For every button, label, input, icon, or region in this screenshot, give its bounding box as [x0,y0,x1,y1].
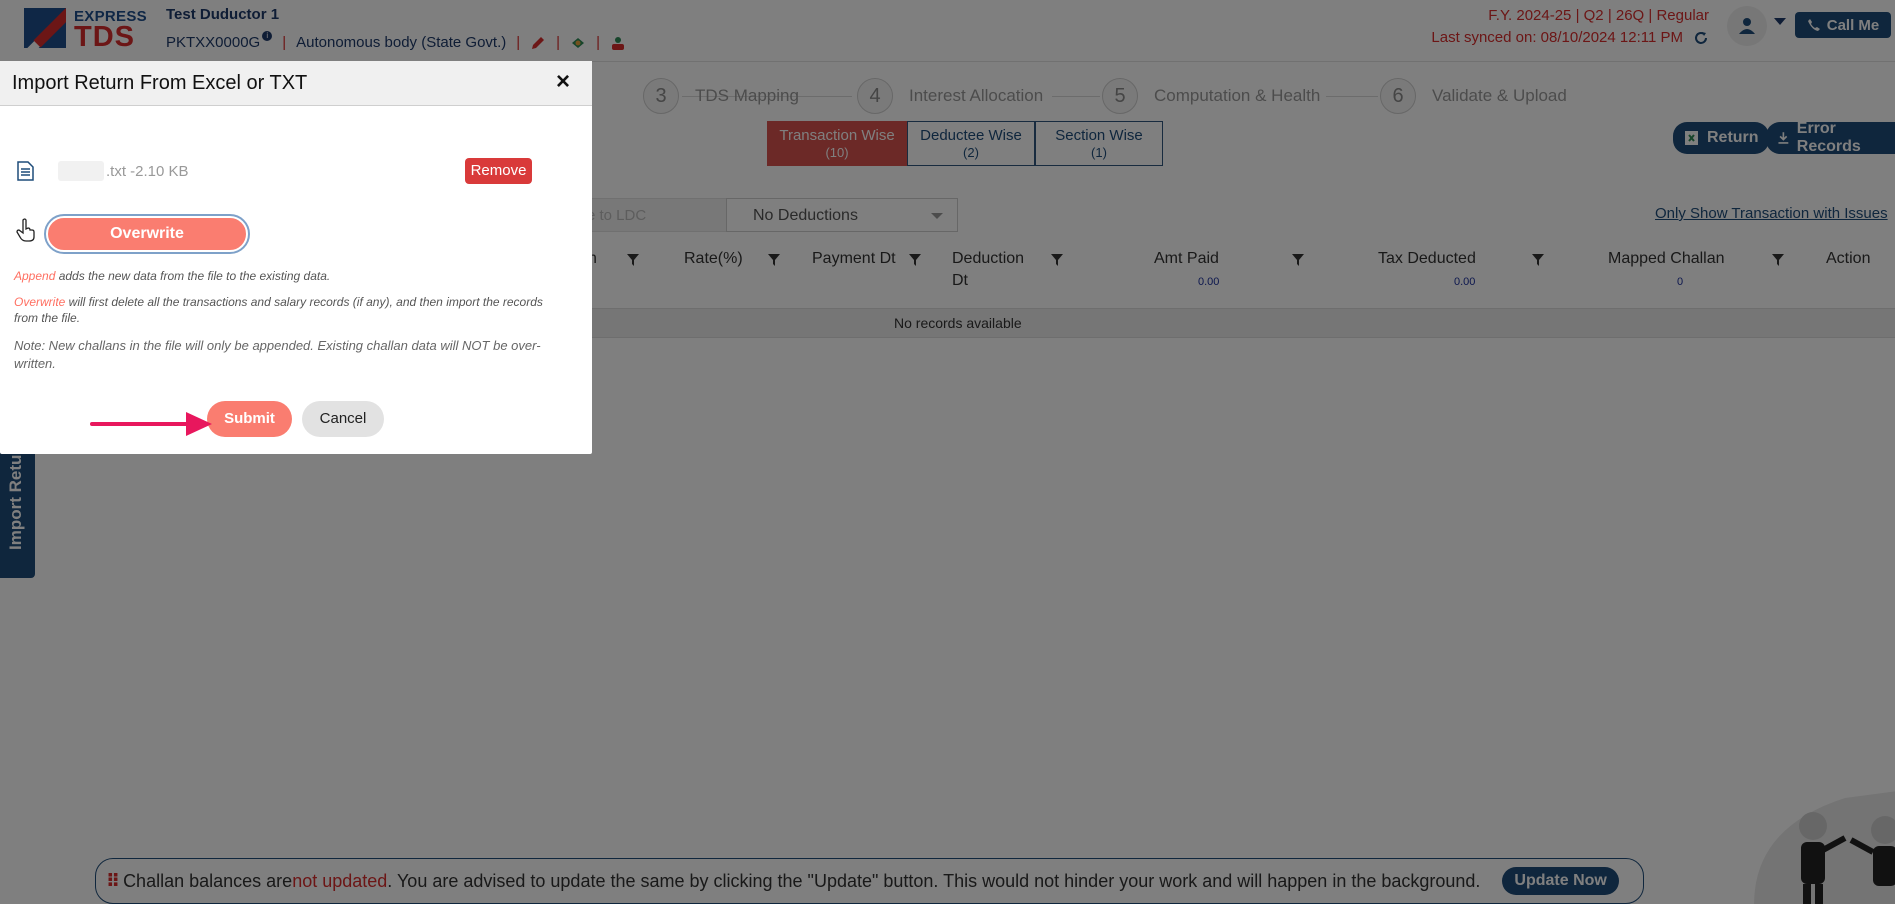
import-return-modal: Import Return From Excel or TXT × .txt -… [0,61,592,454]
append-keyword: Append [14,269,56,283]
arrow-pointer-icon [90,412,212,436]
remove-file-button[interactable]: Remove [465,158,532,184]
redacted-file-name [58,161,104,181]
selected-file-name: .txt -2.10 KB [106,163,189,180]
challan-note: Note: New challans in the file will only… [14,338,541,371]
close-icon[interactable]: × [556,70,570,94]
append-description: adds the new data from the file to the e… [55,269,331,283]
page: EXPRESS TDS Test Duductor 1 PKTXX0000G i… [0,0,1895,904]
modal-header: Import Return From Excel or TXT × [0,61,592,106]
overwrite-button[interactable]: Overwrite [44,214,250,254]
modal-title: Import Return From Excel or TXT [12,72,308,94]
document-icon [17,161,34,181]
pointer-hand-icon [16,218,35,242]
overwrite-hint: Overwrite will first delete all the tran… [14,294,559,326]
overwrite-keyword: Overwrite [14,295,66,309]
cancel-button[interactable]: Cancel [302,401,384,437]
append-hint: Append adds the new data from the file t… [14,268,559,284]
submit-button[interactable]: Submit [207,401,292,437]
overwrite-description: will first delete all the transactions a… [14,295,543,325]
